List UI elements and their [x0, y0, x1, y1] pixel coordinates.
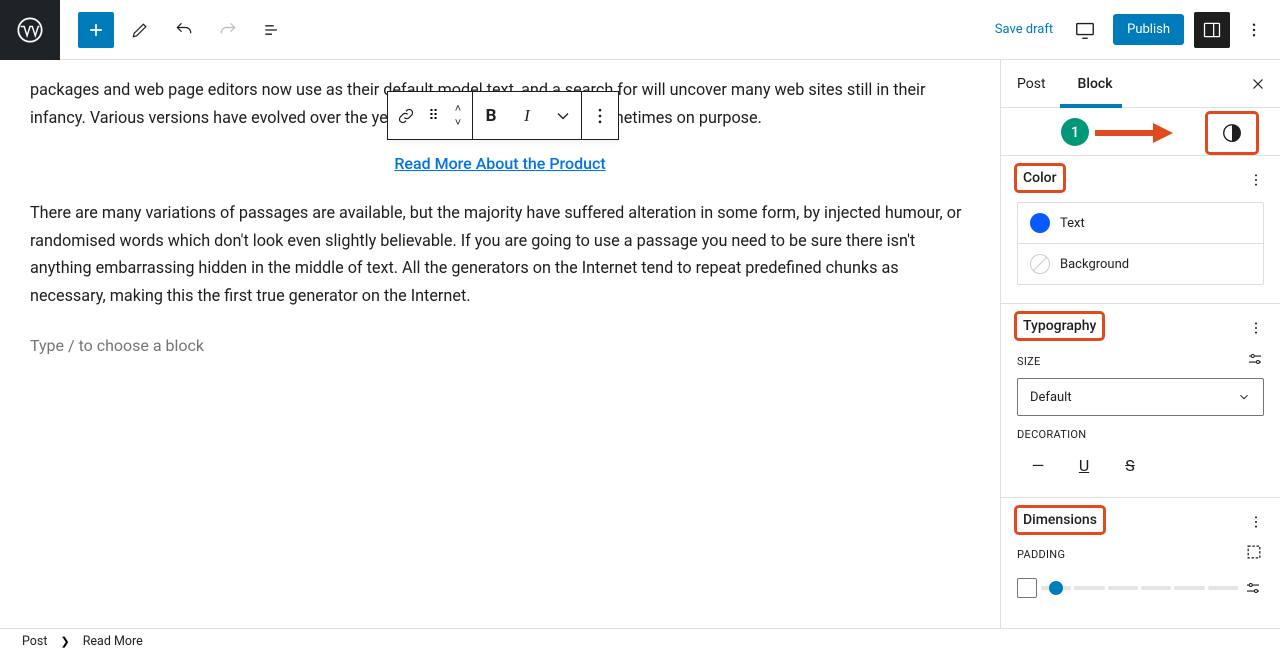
color-panel: Color Text Background [1001, 156, 1280, 304]
settings-sidebar: Post Block 1 Color Text Back [1000, 60, 1280, 628]
sliders-icon [1246, 350, 1264, 368]
kebab-icon [1248, 514, 1264, 530]
sidebar-icon [1202, 20, 1222, 40]
block-format-toolbar: ⠿ ˄ ˅ B I [387, 91, 619, 140]
size-label: SIZE [1017, 355, 1041, 368]
read-more-block[interactable]: Read More About the Product [30, 154, 970, 173]
editor-canvas[interactable]: packages and web page editors now use as… [0, 60, 1000, 628]
redo-icon [218, 20, 238, 40]
publish-button[interactable]: Publish [1113, 14, 1184, 45]
breadcrumb: Post ❯ Read More [0, 628, 1280, 654]
move-up-button[interactable]: ˄ [444, 102, 472, 116]
close-icon [1249, 75, 1267, 93]
padding-slider-row [1017, 578, 1264, 598]
breadcrumb-root[interactable]: Post [22, 634, 47, 649]
redo-button[interactable] [210, 12, 246, 48]
decoration-strike-button[interactable]: S [1117, 451, 1143, 479]
text-color-label: Text [1060, 216, 1085, 231]
sliders-icon [1244, 579, 1262, 597]
color-list: Text Background [1017, 202, 1264, 285]
dimensions-panel: Dimensions PADDING [1001, 498, 1280, 616]
decoration-none-button[interactable]: — [1025, 451, 1051, 479]
top-toolbar: Save draft Publish [0, 0, 1280, 60]
drag-handle[interactable]: ⠿ [424, 108, 444, 124]
text-color-item[interactable]: Text [1018, 203, 1263, 244]
size-settings-button[interactable] [1246, 350, 1264, 372]
contrast-icon [1221, 122, 1243, 144]
color-panel-options[interactable] [1242, 166, 1270, 194]
background-color-swatch [1030, 254, 1050, 274]
document-overview-button[interactable] [254, 12, 290, 48]
kebab-icon [1248, 320, 1264, 336]
background-color-label: Background [1060, 257, 1129, 272]
kebab-icon [1248, 172, 1264, 188]
link-icon [396, 106, 416, 126]
decoration-underline-button[interactable]: U [1071, 451, 1097, 479]
dimensions-panel-title: Dimensions [1017, 508, 1103, 532]
breadcrumb-leaf[interactable]: Read More [83, 634, 143, 649]
text-color-swatch [1030, 213, 1050, 233]
undo-icon [174, 20, 194, 40]
more-format-button[interactable] [545, 92, 581, 139]
size-select-value: Default [1030, 390, 1072, 405]
styles-tab-button[interactable] [1208, 114, 1256, 152]
padding-label: PADDING [1017, 548, 1065, 561]
italic-button[interactable]: I [509, 92, 545, 139]
chevron-right-icon: ❯ [60, 635, 69, 648]
block-header-row: 1 [1001, 108, 1280, 156]
move-down-button[interactable]: ˅ [444, 116, 472, 130]
annotation-arrow-icon [1093, 120, 1173, 146]
save-draft-link[interactable]: Save draft [991, 14, 1057, 45]
dimensions-panel-options[interactable] [1242, 508, 1270, 536]
tab-post[interactable]: Post [1001, 60, 1062, 108]
options-menu-button[interactable] [1240, 12, 1268, 48]
typography-panel: Typography SIZE Default DECORATION — U S [1001, 304, 1280, 498]
pencil-icon [130, 20, 150, 40]
bold-button[interactable]: B [473, 92, 509, 139]
typography-panel-title: Typography [1017, 314, 1102, 338]
sidebar-tabs: Post Block [1001, 60, 1280, 108]
preview-button[interactable] [1067, 12, 1103, 48]
decoration-label: DECORATION [1017, 428, 1264, 441]
close-sidebar-button[interactable] [1236, 60, 1280, 108]
empty-block-prompt[interactable]: Type / to choose a block [30, 336, 970, 355]
background-color-item[interactable]: Background [1018, 244, 1263, 284]
toolbar-right-group: Save draft Publish [991, 12, 1280, 48]
color-panel-title: Color [1017, 166, 1063, 190]
kebab-icon [590, 106, 610, 126]
plus-icon [86, 20, 106, 40]
decoration-buttons: — U S [1017, 451, 1264, 479]
toolbar-left-group [60, 12, 290, 48]
move-arrows: ˄ ˅ [444, 102, 472, 130]
add-block-button[interactable] [78, 12, 114, 48]
block-options-button[interactable] [582, 92, 618, 139]
paragraph-block-2[interactable]: There are many variations of passages ar… [30, 199, 970, 310]
box-icon [1244, 542, 1264, 562]
padding-visual-box[interactable] [1017, 578, 1037, 598]
typography-panel-options[interactable] [1242, 314, 1270, 342]
kebab-icon [1245, 21, 1263, 39]
wordpress-icon [16, 16, 44, 44]
chevron-down-icon [553, 106, 573, 126]
desktop-icon [1074, 19, 1096, 41]
chevron-down-icon [1237, 390, 1251, 404]
wordpress-logo[interactable] [0, 0, 60, 60]
annotation-badge-1: 1 [1061, 118, 1089, 146]
block-type-button[interactable] [388, 92, 424, 139]
tab-block[interactable]: Block [1062, 60, 1129, 108]
undo-button[interactable] [166, 12, 202, 48]
size-select[interactable]: Default [1017, 378, 1264, 416]
settings-sidebar-toggle[interactable] [1194, 12, 1230, 48]
padding-link-sides-button[interactable] [1244, 542, 1264, 566]
padding-custom-button[interactable] [1242, 579, 1264, 597]
list-icon [262, 20, 282, 40]
tools-button[interactable] [122, 12, 158, 48]
padding-slider[interactable] [1041, 586, 1238, 590]
